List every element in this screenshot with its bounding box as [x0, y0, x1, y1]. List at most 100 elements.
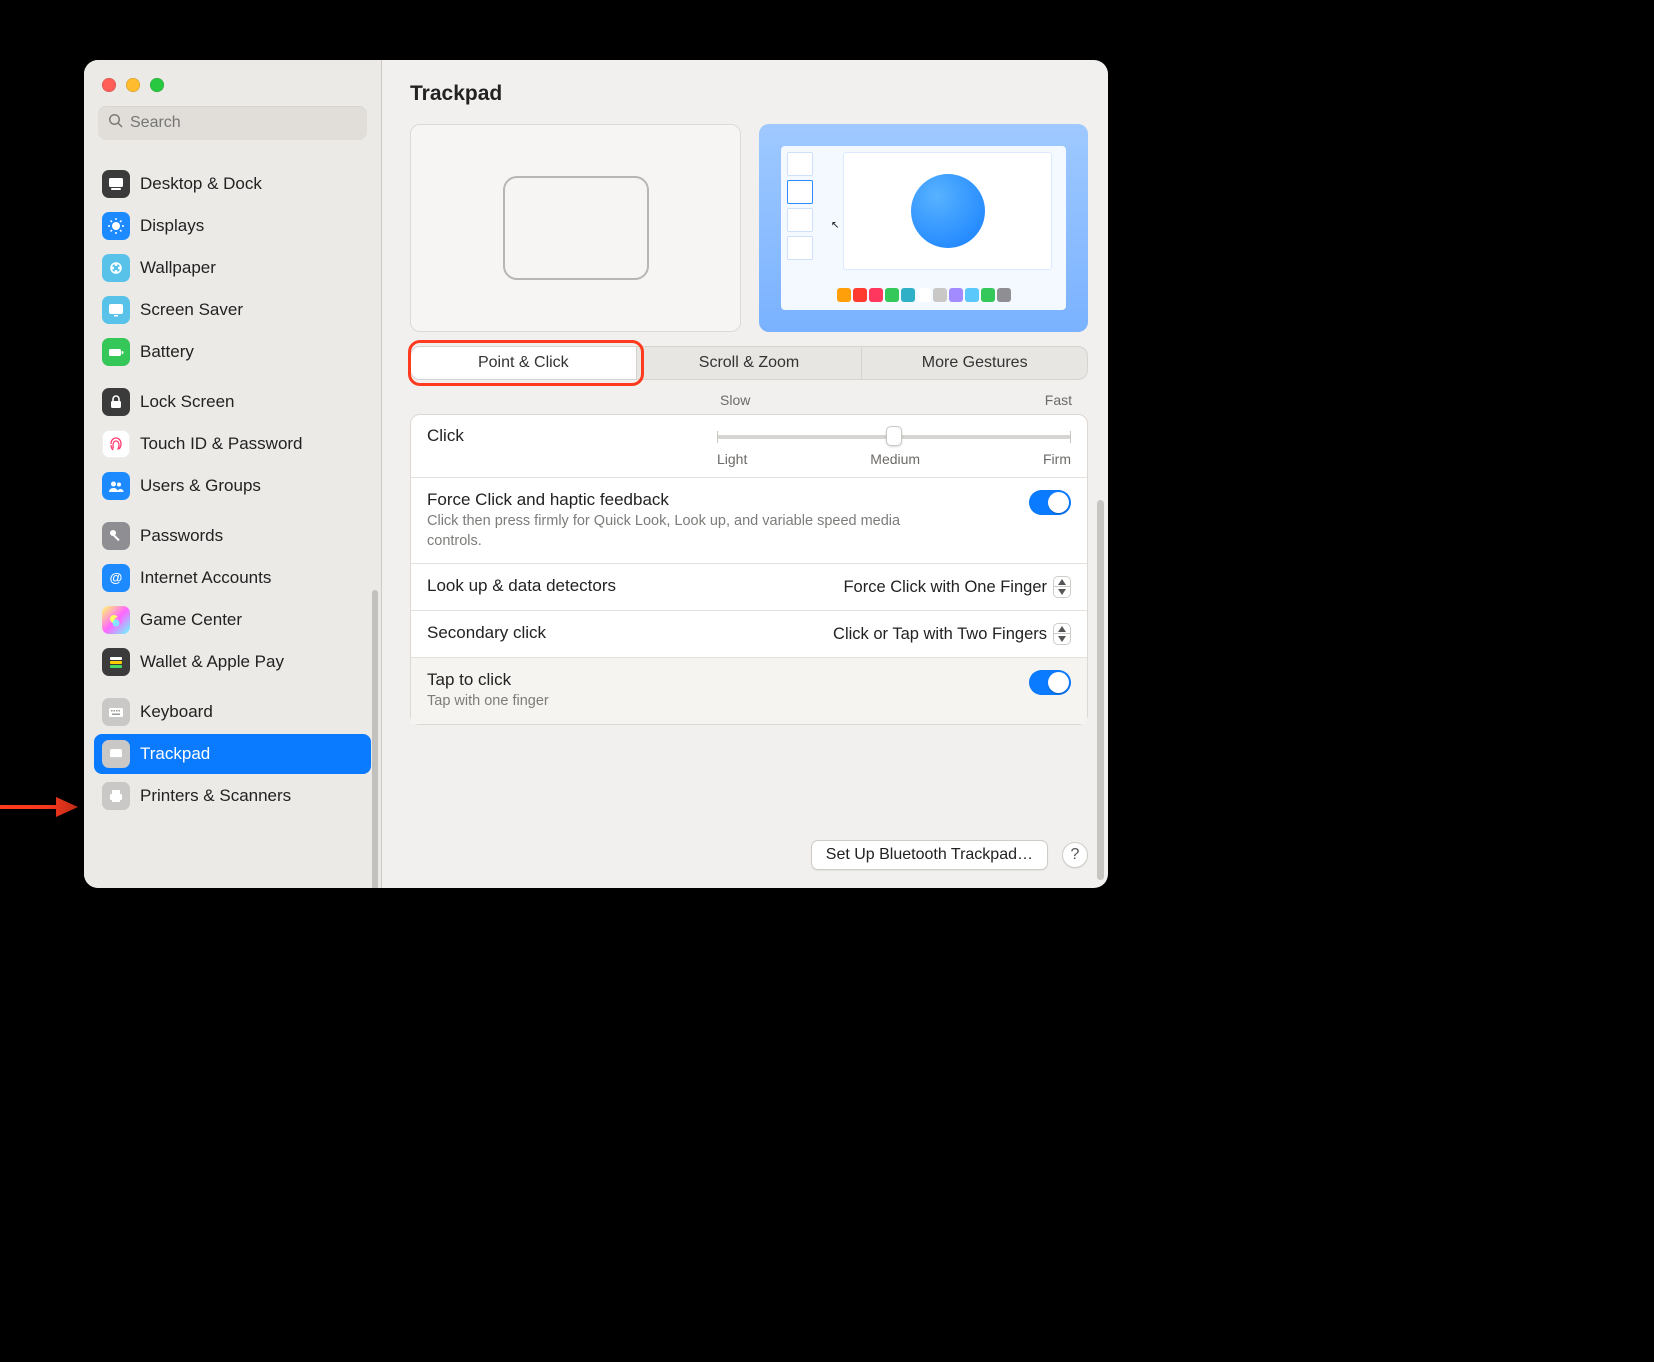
lock-icon: [102, 388, 130, 416]
lookup-popup[interactable]: Force Click with One Finger: [843, 576, 1071, 598]
sidebar-item-desktop-dock[interactable]: Desktop & Dock: [94, 164, 371, 204]
content-pane: Trackpad ↖ Point & Click Scroll & Zoom M…: [382, 60, 1108, 888]
sidebar-item-wallet[interactable]: Wallet & Apple Pay: [94, 642, 371, 682]
gamecenter-icon: [102, 606, 130, 634]
sidebar-item-label: Printers & Scanners: [140, 786, 291, 806]
displays-icon: [102, 212, 130, 240]
at-icon: @: [102, 564, 130, 592]
sidebar-item-label: Users & Groups: [140, 476, 261, 496]
click-light-label: Light: [717, 451, 747, 467]
wallpaper-icon: [102, 254, 130, 282]
sidebar-item-internet-accounts[interactable]: @ Internet Accounts: [94, 558, 371, 598]
search-input[interactable]: [130, 114, 357, 132]
tap-to-click-toggle[interactable]: [1029, 670, 1071, 695]
sidebar-item-label: Displays: [140, 216, 204, 236]
tap-to-click-row: Tap to click Tap with one finger: [411, 657, 1087, 724]
sidebar-item-label: Lock Screen: [140, 392, 235, 412]
secondary-click-popup[interactable]: Click or Tap with Two Fingers: [833, 623, 1071, 645]
key-icon: [102, 522, 130, 550]
content-scrollbar[interactable]: [1097, 500, 1104, 880]
sidebar-item-users[interactable]: Users & Groups: [94, 466, 371, 506]
help-button[interactable]: ?: [1062, 842, 1088, 868]
secondary-click-value: Click or Tap with Two Fingers: [833, 625, 1047, 644]
cursor-icon: ↖: [831, 220, 839, 231]
sidebar-item-trackpad[interactable]: Trackpad: [94, 734, 371, 774]
stepper-icon: [1053, 576, 1071, 598]
desktop-dock-icon: [102, 170, 130, 198]
footer: Set Up Bluetooth Trackpad… ?: [410, 818, 1088, 870]
sidebar-item-label: Screen Saver: [140, 300, 243, 320]
sidebar-item-gamecenter[interactable]: Game Center: [94, 600, 371, 640]
printer-icon: [102, 782, 130, 810]
settings-list: Click Light Medium Firm Force Click and …: [410, 414, 1088, 725]
zoom-window-button[interactable]: [150, 78, 164, 92]
sidebar-item-label: Touch ID & Password: [140, 434, 303, 454]
annotation-arrow: [0, 803, 80, 811]
touchid-icon: [102, 430, 130, 458]
trackpad-preview: [410, 124, 741, 332]
demo-dock: [827, 286, 1020, 304]
sidebar-item-label: Game Center: [140, 610, 242, 630]
battery-icon: [102, 338, 130, 366]
sidebar-scrollbar[interactable]: [372, 590, 378, 888]
force-click-row: Force Click and haptic feedback Click th…: [411, 477, 1087, 563]
secondary-click-row: Secondary click Click or Tap with Two Fi…: [411, 610, 1087, 657]
minimize-window-button[interactable]: [126, 78, 140, 92]
trackpad-icon: [102, 740, 130, 768]
system-settings-window: Desktop & Dock Displays Wallpaper: [84, 60, 1108, 888]
force-click-label: Force Click and haptic feedback: [427, 490, 1029, 510]
screensaver-icon: [102, 296, 130, 324]
sidebar-list[interactable]: Desktop & Dock Displays Wallpaper: [84, 150, 381, 888]
click-slider-row: Click Light Medium Firm: [411, 415, 1087, 477]
tab-scroll-zoom[interactable]: Scroll & Zoom: [636, 347, 862, 379]
sidebar: Desktop & Dock Displays Wallpaper: [84, 60, 382, 888]
gesture-demo-preview: ↖: [759, 124, 1088, 332]
tab-point-click[interactable]: Point & Click: [411, 347, 636, 379]
close-window-button[interactable]: [102, 78, 116, 92]
sidebar-item-keyboard[interactable]: Keyboard: [94, 692, 371, 732]
keyboard-icon: [102, 698, 130, 726]
window-controls: [84, 60, 381, 104]
force-click-desc: Click then press firmly for Quick Look, …: [427, 512, 947, 551]
sidebar-item-lockscreen[interactable]: Lock Screen: [94, 382, 371, 422]
page-title: Trackpad: [410, 82, 1088, 106]
sidebar-item-label: Desktop & Dock: [140, 174, 262, 194]
force-click-toggle[interactable]: [1029, 490, 1071, 515]
wallet-icon: [102, 648, 130, 676]
click-label: Click: [427, 426, 717, 446]
sidebar-item-label: Keyboard: [140, 702, 213, 722]
secondary-click-label: Secondary click: [427, 623, 833, 643]
tap-to-click-desc: Tap with one finger: [427, 692, 947, 712]
click-medium-label: Medium: [870, 451, 920, 467]
sidebar-item-label: Trackpad: [140, 744, 210, 764]
users-icon: [102, 472, 130, 500]
sidebar-item-touchid[interactable]: Touch ID & Password: [94, 424, 371, 464]
setup-bluetooth-button[interactable]: Set Up Bluetooth Trackpad…: [811, 840, 1048, 870]
sidebar-item-label: Wallet & Apple Pay: [140, 652, 284, 672]
lookup-label: Look up & data detectors: [427, 576, 843, 596]
search-icon: [108, 113, 130, 134]
sidebar-item-label: Passwords: [140, 526, 223, 546]
sidebar-item-printers[interactable]: Printers & Scanners: [94, 776, 371, 816]
tracking-fast-label: Fast: [1045, 392, 1072, 408]
stepper-icon: [1053, 623, 1071, 645]
svg-text:@: @: [110, 570, 123, 585]
tracking-slow-label: Slow: [720, 392, 750, 408]
lookup-row: Look up & data detectors Force Click wit…: [411, 563, 1087, 610]
preview-row: ↖: [410, 124, 1088, 332]
sidebar-item-wallpaper[interactable]: Wallpaper: [94, 248, 371, 288]
sidebar-item-battery[interactable]: Battery: [94, 332, 371, 372]
tab-more-gestures[interactable]: More Gestures: [861, 347, 1087, 379]
sidebar-item-label: Wallpaper: [140, 258, 216, 278]
tap-to-click-label: Tap to click: [427, 670, 1029, 690]
sidebar-item-screensaver[interactable]: Screen Saver: [94, 290, 371, 330]
sidebar-item-displays[interactable]: Displays: [94, 206, 371, 246]
click-slider[interactable]: [717, 425, 1071, 447]
sidebar-item-label: Internet Accounts: [140, 568, 271, 588]
search-field[interactable]: [98, 106, 367, 140]
trackpad-outline-icon: [503, 176, 649, 280]
tabs: Point & Click Scroll & Zoom More Gesture…: [410, 346, 1088, 380]
sidebar-item-label: Battery: [140, 342, 194, 362]
click-firm-label: Firm: [1043, 451, 1071, 467]
sidebar-item-passwords[interactable]: Passwords: [94, 516, 371, 556]
